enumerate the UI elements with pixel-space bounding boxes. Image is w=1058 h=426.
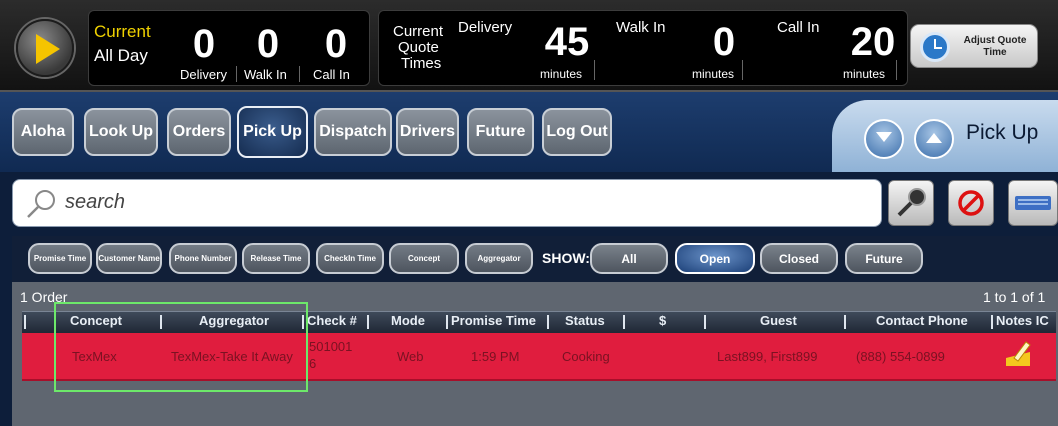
quote-title-line2: Quote — [398, 39, 439, 56]
quote-title-line1: Current — [393, 23, 444, 40]
column-divider — [24, 315, 26, 329]
callin-count-label: Call In — [313, 67, 350, 82]
sort-release-time[interactable]: Release Time — [242, 243, 310, 274]
search-placeholder: search — [65, 191, 126, 213]
delivery-quote-label: Delivery — [458, 19, 513, 36]
sort-promise-time[interactable]: Promise Time — [28, 243, 92, 274]
adjust-quote-time-label: Adjust Quote Time — [963, 35, 1027, 58]
show-all-button[interactable]: All — [590, 243, 668, 274]
delivery-quote-unit: minutes — [540, 67, 583, 81]
current-label: Current — [94, 22, 151, 41]
cell-mode: Web — [397, 349, 424, 364]
screen-title: Pick Up — [966, 121, 1039, 144]
cell-promise-time: 1:59 PM — [471, 349, 520, 364]
adjust-quote-time-button[interactable]: Adjust Quote Time — [910, 24, 1038, 68]
divider — [896, 60, 897, 80]
clear-search-button[interactable] — [948, 180, 994, 226]
sort-checkin-time[interactable]: CheckIn Time — [316, 243, 384, 274]
nav-aloha[interactable]: Aloha — [12, 108, 74, 156]
nav-look-up[interactable]: Look Up — [84, 108, 158, 156]
walkin-quote-label: Walk In — [616, 19, 666, 36]
nav-orders[interactable]: Orders — [167, 108, 231, 156]
column-divider — [623, 315, 625, 329]
cell-status: Cooking — [562, 349, 610, 364]
callin-quote-value: 20 — [850, 20, 896, 64]
search-input[interactable]: search — [12, 179, 882, 227]
column-promise-time[interactable]: Promise Time — [451, 313, 536, 328]
delivery-count-label: Delivery — [180, 67, 227, 82]
period-label: All Day — [94, 46, 148, 65]
clock-icon — [920, 32, 950, 62]
nav-drivers[interactable]: Drivers — [396, 108, 459, 156]
play-icon — [36, 34, 60, 64]
nav-pick-up[interactable]: Pick Up — [237, 106, 308, 158]
nav-log-out[interactable]: Log Out — [542, 108, 612, 156]
quote-title-line3: Times — [401, 55, 442, 72]
divider — [299, 66, 300, 82]
show-label: SHOW: — [542, 250, 590, 266]
scroll-up-button[interactable] — [914, 119, 954, 159]
column-divider — [991, 315, 993, 329]
pagination-range: 1 to 1 of 1 — [983, 289, 1046, 305]
column-divider — [844, 315, 846, 329]
walkin-quote-value: 0 — [712, 20, 736, 64]
column-status[interactable]: Status — [565, 313, 605, 328]
column-divider — [446, 315, 448, 329]
cell-check-line1: 501001 — [309, 339, 353, 354]
walkin-count-label: Walk In — [244, 67, 287, 82]
nav-dispatch[interactable]: Dispatch — [314, 108, 392, 156]
sort-phone-number[interactable]: Phone Number — [169, 243, 237, 274]
walkin-quote-unit: minutes — [692, 67, 735, 81]
show-future-button[interactable]: Future — [845, 243, 923, 274]
column-notes[interactable]: Notes IC — [996, 313, 1054, 328]
delivery-quote-value: 45 — [544, 20, 590, 64]
cell-check-line2: 6 — [309, 356, 317, 371]
callin-count: 0 — [324, 22, 348, 66]
note-pencil-icon[interactable] — [1004, 340, 1034, 373]
cell-guest: Last899, First899 — [717, 349, 818, 364]
keyboard-button[interactable] — [1008, 180, 1058, 226]
selection-highlight-box — [54, 302, 308, 392]
show-closed-button[interactable]: Closed — [760, 243, 838, 274]
play-button[interactable] — [16, 19, 74, 77]
divider — [236, 66, 237, 82]
divider — [594, 60, 595, 80]
search-button[interactable] — [888, 180, 934, 226]
delivery-count: 0 — [192, 22, 216, 66]
sort-customer-name[interactable]: Customer Name — [96, 243, 162, 274]
column-divider — [547, 315, 549, 329]
sort-concept[interactable]: Concept — [389, 243, 459, 274]
column-contact-phone[interactable]: Contact Phone — [876, 313, 968, 328]
column-mode[interactable]: Mode — [391, 313, 425, 328]
scroll-down-button[interactable] — [864, 119, 904, 159]
callin-quote-unit: minutes — [843, 67, 886, 81]
divider — [742, 60, 743, 80]
keyboard-icon — [1015, 196, 1051, 210]
chevron-down-icon — [876, 132, 892, 142]
sort-aggregator[interactable]: Aggregator — [465, 243, 533, 274]
callin-quote-label: Call In — [777, 19, 820, 36]
magnifier-icon — [897, 188, 926, 217]
cancel-icon — [958, 190, 984, 216]
column-amount[interactable]: $ — [659, 313, 666, 328]
search-icon — [27, 190, 55, 218]
column-divider — [704, 315, 706, 329]
cell-contact-phone: (888) 554-0899 — [856, 349, 945, 364]
nav-future[interactable]: Future — [467, 108, 534, 156]
column-check[interactable]: Check # — [307, 313, 357, 328]
left-edge — [0, 282, 12, 426]
show-open-button[interactable]: Open — [675, 243, 755, 274]
column-divider — [367, 315, 369, 329]
walkin-count: 0 — [256, 22, 280, 66]
column-guest[interactable]: Guest — [760, 313, 797, 328]
chevron-up-icon — [926, 133, 942, 143]
